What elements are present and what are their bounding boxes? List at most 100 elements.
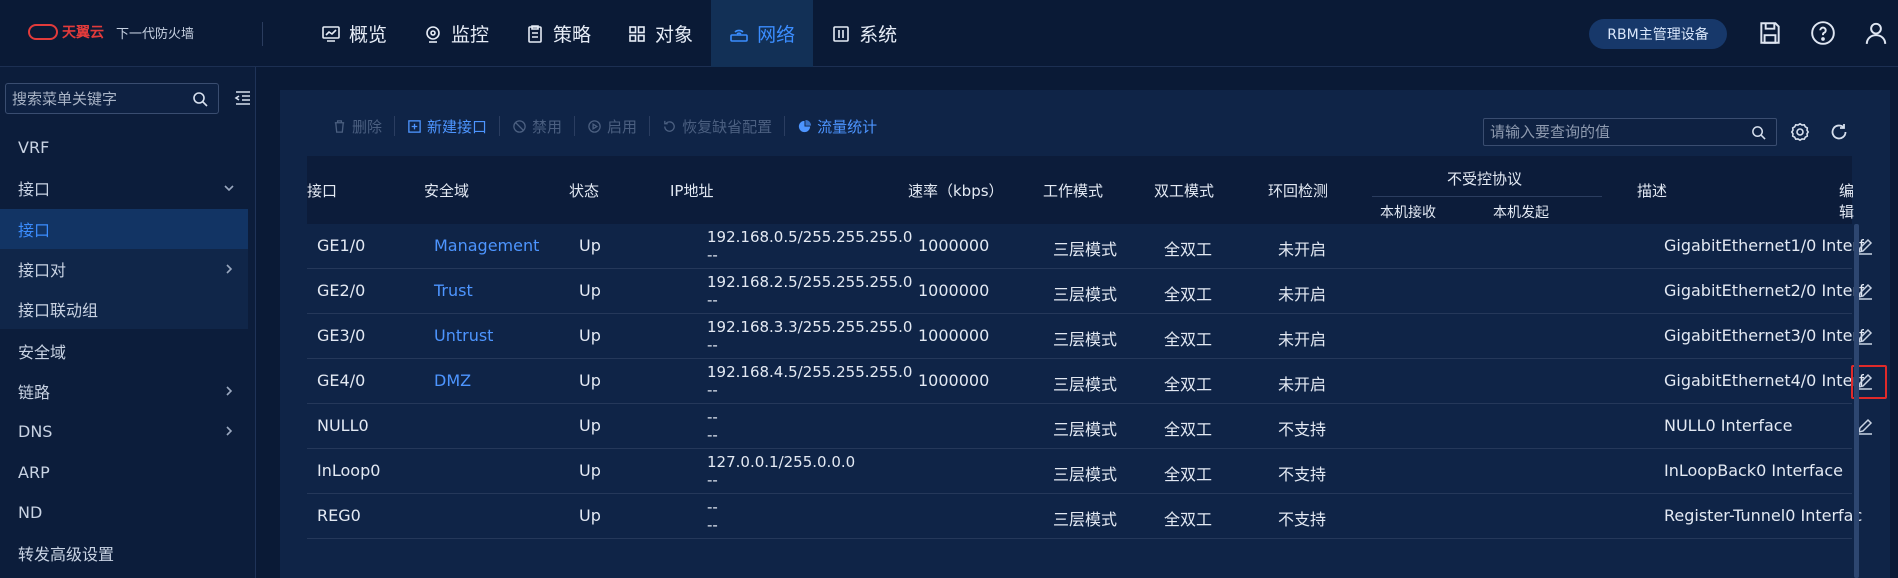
col-edit: 编辑 bbox=[1839, 182, 1855, 221]
main-content: 删除 新建接口 禁用 启用 恢复缺省配置 流量统计 请输入要查询的值 接口 安全… bbox=[280, 90, 1890, 578]
ip-address: 192.168.4.5/255.255.255.0 bbox=[707, 363, 913, 381]
cell-zone-link[interactable]: Untrust bbox=[434, 326, 493, 345]
col-local-recv: 本机接收 bbox=[1380, 205, 1436, 221]
table-row[interactable]: GE2/0 Trust Up 192.168.2.5/255.255.255.0… bbox=[307, 269, 1873, 314]
ipv6-address: -- bbox=[707, 471, 718, 489]
cell-loopback: 未开启 bbox=[1278, 285, 1327, 304]
restore-default-button[interactable]: 恢复缺省配置 bbox=[650, 114, 784, 138]
menu-search bbox=[5, 83, 219, 114]
traffic-stats-button[interactable]: 流量统计 bbox=[785, 114, 889, 138]
query-input[interactable] bbox=[1484, 119, 1734, 145]
cell-ip: 192.168.3.3/255.255.255.0 -- bbox=[707, 318, 912, 354]
cell-mode: 三层模式 bbox=[1053, 330, 1118, 349]
cell-speed: 1000000 bbox=[918, 236, 990, 255]
sidebar-item-label: VRF bbox=[18, 137, 50, 157]
sidebar-item-label: ARP bbox=[18, 462, 50, 482]
new-interface-button[interactable]: 新建接口 bbox=[395, 114, 499, 138]
nav-overview[interactable]: 概览 bbox=[303, 0, 405, 67]
table-row[interactable]: GE4/0 DMZ Up 192.168.4.5/255.255.255.0 --… bbox=[307, 359, 1887, 404]
delete-button[interactable]: 删除 bbox=[320, 114, 394, 138]
sidebar-item-interface-pair[interactable]: 接口对 bbox=[0, 249, 248, 289]
col-ip: IP地址 bbox=[670, 182, 714, 200]
sidebar-item-label: 接口对 bbox=[18, 261, 67, 280]
cell-zone-link[interactable]: Trust bbox=[434, 281, 473, 300]
cell-ip: 192.168.2.5/255.255.255.0 -- bbox=[707, 273, 912, 309]
sidebar-item-nd[interactable]: ND bbox=[0, 492, 248, 532]
cell-zone-link[interactable]: DMZ bbox=[434, 371, 471, 390]
cell-interface: GE1/0 bbox=[317, 236, 366, 255]
sidebar-item-vrf[interactable]: VRF bbox=[0, 127, 248, 167]
ip-address: 192.168.3.3/255.255.255.0 bbox=[707, 318, 913, 336]
cell-status: Up bbox=[579, 281, 601, 300]
play-icon bbox=[588, 119, 601, 133]
cell-status: Up bbox=[579, 236, 601, 255]
table-row[interactable]: InLoop0 Up 127.0.0.1/255.0.0.0 -- 三层模式 全双… bbox=[307, 449, 1852, 494]
collapse-menu-icon[interactable] bbox=[234, 89, 252, 107]
ipv6-address: -- bbox=[707, 516, 718, 534]
enable-button[interactable]: 启用 bbox=[575, 114, 649, 138]
system-icon bbox=[833, 25, 849, 42]
nav-monitor[interactable]: 监控 bbox=[405, 0, 507, 67]
refresh-icon[interactable] bbox=[1829, 122, 1849, 142]
cell-duplex: 全双工 bbox=[1164, 420, 1213, 439]
ip-address: 192.168.2.5/255.255.255.0 bbox=[707, 273, 913, 291]
nav-object[interactable]: 对象 bbox=[609, 0, 711, 67]
col-loopback: 环回检测 bbox=[1268, 182, 1329, 200]
vertical-scrollbar[interactable] bbox=[1854, 224, 1859, 578]
cell-desc: GigabitEthernet2/0 Interf bbox=[1664, 281, 1864, 300]
col-work-mode: 工作模式 bbox=[1043, 182, 1104, 200]
sidebar-item-label: 接口 bbox=[18, 221, 51, 240]
cell-loopback: 未开启 bbox=[1278, 330, 1327, 349]
cell-duplex: 全双工 bbox=[1164, 465, 1213, 484]
sidebar-item-link[interactable]: 链路 bbox=[0, 371, 248, 411]
divider bbox=[262, 22, 263, 46]
nav-policy[interactable]: 策略 bbox=[507, 0, 609, 67]
rbm-master-button[interactable]: RBM主管理设备 bbox=[1589, 19, 1727, 49]
table-row[interactable]: NULL0 Up -- -- 三层模式 全双工 不支持 NULL0 Interfa… bbox=[307, 404, 1873, 449]
gear-icon[interactable] bbox=[1790, 122, 1810, 142]
cell-ip: -- -- bbox=[707, 408, 718, 444]
nav-network[interactable]: 网络 bbox=[711, 0, 814, 67]
cell-duplex: 全双工 bbox=[1164, 330, 1213, 349]
table-row[interactable]: REG0 Up -- -- 三层模式 全双工 不支持 Register-Tunne… bbox=[307, 494, 1862, 539]
nav-system[interactable]: 系统 bbox=[813, 0, 915, 67]
cell-ip: 192.168.4.5/255.255.255.0 -- bbox=[707, 363, 912, 399]
query-box bbox=[1483, 118, 1777, 146]
table-row[interactable]: GE1/0 Management Up 192.168.0.5/255.255.… bbox=[307, 224, 1873, 269]
button-label: 禁用 bbox=[532, 117, 563, 136]
cell-interface: InLoop0 bbox=[317, 461, 381, 480]
cell-speed: 1000000 bbox=[918, 326, 990, 345]
menu-search-input[interactable] bbox=[6, 89, 186, 108]
user-icon[interactable] bbox=[1863, 20, 1889, 46]
cell-duplex: 全双工 bbox=[1164, 240, 1213, 259]
cell-ip: 192.168.0.5/255.255.255.0 -- bbox=[707, 228, 912, 264]
cell-zone-link[interactable]: Management bbox=[434, 236, 539, 255]
toolbar: 删除 新建接口 禁用 启用 恢复缺省配置 流量统计 bbox=[320, 112, 889, 140]
ipv6-address: -- bbox=[707, 426, 718, 444]
help-icon[interactable] bbox=[1810, 20, 1836, 46]
search-icon[interactable] bbox=[192, 91, 208, 107]
sidebar-item-interface-group[interactable]: 接口 bbox=[0, 168, 248, 208]
sidebar-item-interface[interactable]: 接口 bbox=[0, 209, 248, 249]
col-speed: 速率（kbps） bbox=[908, 182, 1004, 200]
sidebar-item-security-zone[interactable]: 安全域 bbox=[0, 331, 248, 371]
sidebar-item-arp[interactable]: ARP bbox=[0, 452, 248, 492]
cell-mode: 三层模式 bbox=[1053, 375, 1118, 394]
cell-speed: 1000000 bbox=[918, 371, 990, 390]
cell-desc: NULL0 Interface bbox=[1664, 416, 1793, 435]
save-icon[interactable] bbox=[1757, 20, 1783, 46]
nav-label: 系统 bbox=[859, 24, 898, 46]
sidebar-item-interface-linkage[interactable]: 接口联动组 bbox=[0, 289, 248, 329]
cell-loopback: 不支持 bbox=[1278, 420, 1327, 439]
search-icon[interactable] bbox=[1751, 125, 1766, 140]
cell-interface: NULL0 bbox=[317, 416, 369, 435]
add-icon bbox=[408, 119, 421, 133]
sidebar-item-forwarding-advanced[interactable]: 转发高级设置 bbox=[0, 533, 248, 573]
sidebar-item-dns[interactable]: DNS bbox=[0, 411, 248, 451]
table-row[interactable]: GE3/0 Untrust Up 192.168.3.3/255.255.255… bbox=[307, 314, 1873, 359]
ip-address: -- bbox=[707, 408, 718, 426]
col-duplex: 双工模式 bbox=[1154, 182, 1215, 200]
cell-desc: GigabitEthernet3/0 Interf bbox=[1664, 326, 1864, 345]
cell-speed: 1000000 bbox=[918, 281, 990, 300]
disable-button[interactable]: 禁用 bbox=[500, 114, 574, 138]
